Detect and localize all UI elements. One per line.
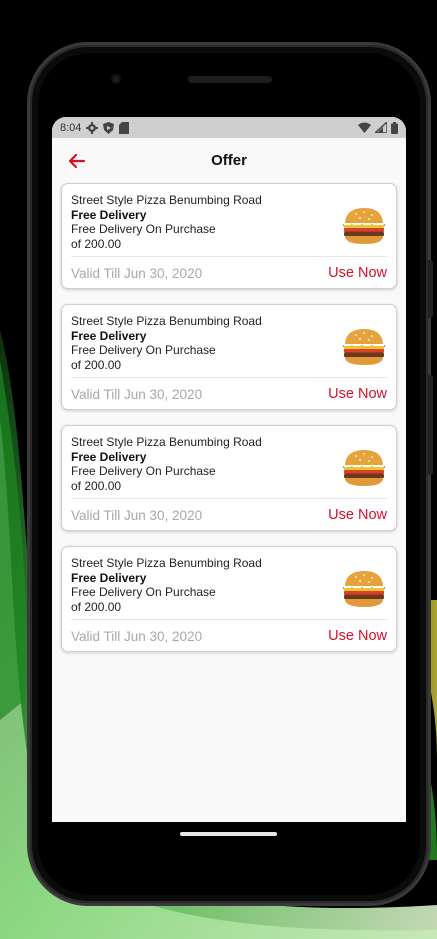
use-now-button[interactable]: Use Now xyxy=(328,265,387,281)
offer-card-footer: Valid Till Jun 30, 2020 Use Now xyxy=(62,499,396,531)
wifi-icon xyxy=(358,122,371,133)
offer-description: Free Delivery On Purchase xyxy=(71,222,216,236)
offer-type: Free Delivery xyxy=(71,570,147,585)
page-title: Offer xyxy=(211,152,247,169)
offer-card-footer: Valid Till Jun 30, 2020 Use Now xyxy=(62,378,396,410)
sd-card-icon xyxy=(119,121,130,134)
offer-card[interactable]: Street Style Pizza Benumbing Road Free D… xyxy=(61,425,397,531)
battery-icon xyxy=(391,121,398,134)
offer-description: Free Delivery On Purchase xyxy=(71,464,216,478)
phone-frame: 8:04 Offer Street Style Pizza Benumbing … xyxy=(30,45,433,903)
volume-button xyxy=(428,375,433,475)
use-now-button[interactable]: Use Now xyxy=(328,628,387,644)
earpiece-speaker xyxy=(188,76,272,83)
offer-min-purchase: of 200.00 xyxy=(71,236,122,251)
burger-icon xyxy=(343,450,385,486)
offer-type: Free Delivery xyxy=(71,328,147,343)
offer-description: Free Delivery On Purchase xyxy=(71,585,216,599)
offer-min-purchase: of 200.00 xyxy=(71,478,122,493)
burger-icon xyxy=(343,208,385,244)
offer-card[interactable]: Street Style Pizza Benumbing Road Free D… xyxy=(61,304,397,410)
app-header: Offer xyxy=(52,138,406,183)
offer-card[interactable]: Street Style Pizza Benumbing Road Free D… xyxy=(61,183,397,289)
burger-icon xyxy=(343,571,385,607)
offer-description: Free Delivery On Purchase xyxy=(71,343,216,357)
offer-card-body: Street Style Pizza Benumbing Road Free D… xyxy=(62,184,396,256)
status-bar: 8:04 xyxy=(52,117,406,138)
offer-store-name: Street Style Pizza Benumbing Road xyxy=(71,314,262,328)
offer-list: Street Style Pizza Benumbing Road Free D… xyxy=(52,183,406,652)
offer-card[interactable]: Street Style Pizza Benumbing Road Free D… xyxy=(61,546,397,652)
app-screen: 8:04 Offer Street Style Pizza Benumbing … xyxy=(52,117,406,822)
power-button xyxy=(428,260,433,318)
offer-card-body: Street Style Pizza Benumbing Road Free D… xyxy=(62,305,396,377)
offer-type: Free Delivery xyxy=(71,449,147,464)
offer-type: Free Delivery xyxy=(71,207,147,222)
offer-validity: Valid Till Jun 30, 2020 xyxy=(71,386,203,402)
offer-card-body: Street Style Pizza Benumbing Road Free D… xyxy=(62,426,396,498)
status-time: 8:04 xyxy=(60,121,82,134)
use-now-button[interactable]: Use Now xyxy=(328,507,387,523)
signal-icon xyxy=(375,122,387,133)
offer-card-body: Street Style Pizza Benumbing Road Free D… xyxy=(62,547,396,619)
offer-card-footer: Valid Till Jun 30, 2020 Use Now xyxy=(62,620,396,652)
arrow-left-icon[interactable] xyxy=(66,150,88,172)
offer-validity: Valid Till Jun 30, 2020 xyxy=(71,507,203,523)
home-indicator[interactable] xyxy=(180,832,277,836)
front-camera xyxy=(111,74,121,84)
offer-store-name: Street Style Pizza Benumbing Road xyxy=(71,435,262,449)
offer-store-name: Street Style Pizza Benumbing Road xyxy=(71,193,262,207)
shield-icon xyxy=(103,121,115,134)
offer-validity: Valid Till Jun 30, 2020 xyxy=(71,628,203,644)
offer-min-purchase: of 200.00 xyxy=(71,357,122,372)
offer-card-footer: Valid Till Jun 30, 2020 Use Now xyxy=(62,257,396,289)
use-now-button[interactable]: Use Now xyxy=(328,386,387,402)
burger-icon xyxy=(343,329,385,365)
offer-validity: Valid Till Jun 30, 2020 xyxy=(71,265,203,281)
offer-min-purchase: of 200.00 xyxy=(71,599,122,614)
gear-icon xyxy=(86,121,99,134)
offer-store-name: Street Style Pizza Benumbing Road xyxy=(71,556,262,570)
